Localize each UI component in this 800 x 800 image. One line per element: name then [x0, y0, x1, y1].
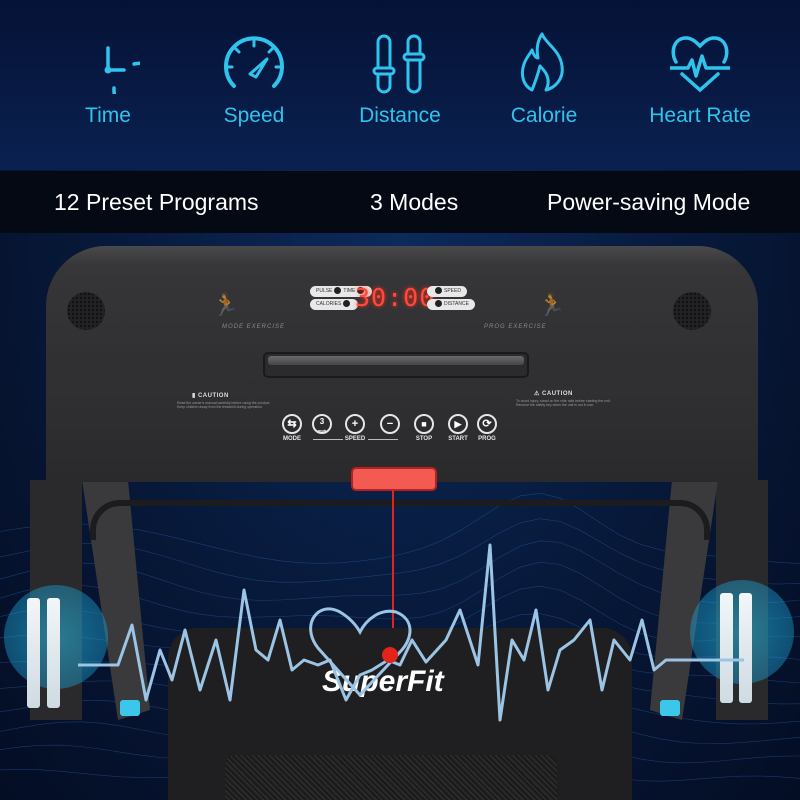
safety-clip	[382, 647, 398, 663]
ecg-overlay	[78, 543, 744, 722]
